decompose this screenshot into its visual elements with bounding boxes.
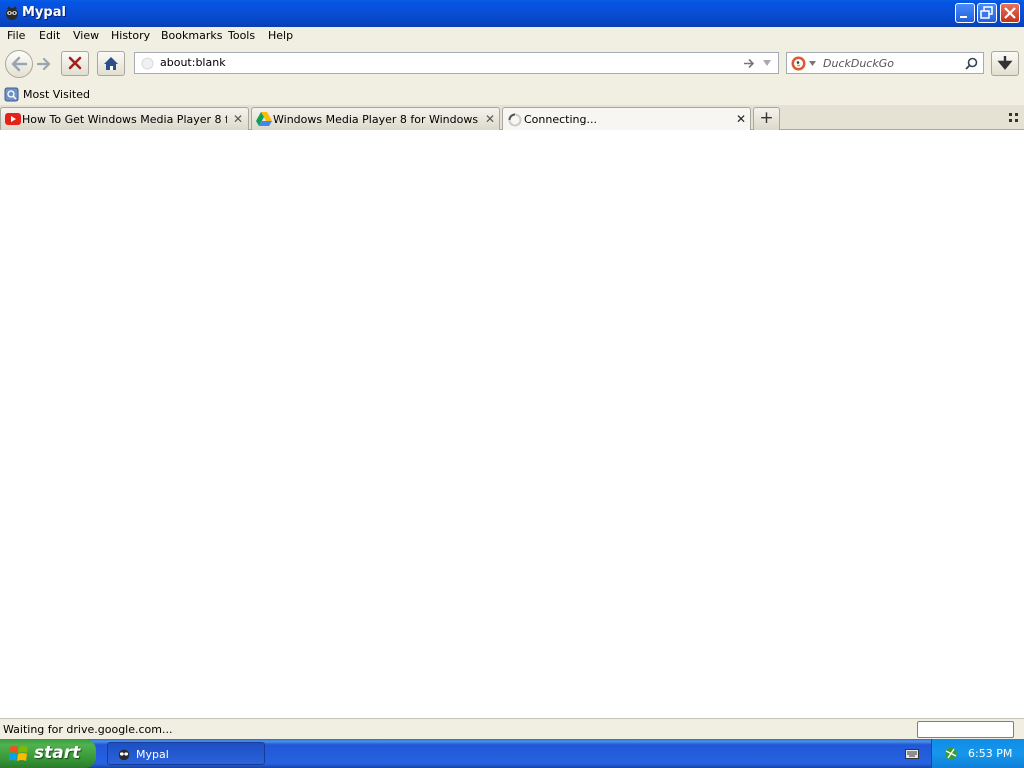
- url-text[interactable]: about:blank: [160, 56, 226, 69]
- menu-tools[interactable]: Tools: [228, 29, 255, 42]
- bookmarks-toolbar: Most Visited: [0, 84, 1024, 105]
- tab-youtube[interactable]: How To Get Windows Media Player 8 for ..…: [0, 107, 249, 130]
- dropdown-arrow-icon[interactable]: [762, 59, 772, 67]
- taskbar-item-label: Mypal: [136, 748, 169, 761]
- mypal-logo-icon: [118, 749, 130, 761]
- windows-logo-icon: [9, 746, 28, 761]
- youtube-icon: [5, 113, 21, 125]
- stop-x-icon: [68, 56, 82, 70]
- clock[interactable]: 6:53 PM: [968, 747, 1012, 760]
- page-content[interactable]: [0, 130, 1024, 718]
- progress-box: [917, 721, 1014, 738]
- taskbar: start Mypal 6:53 PM: [0, 739, 1024, 768]
- status-text: Waiting for drive.google.com...: [3, 723, 173, 736]
- loading-icon: [508, 113, 522, 127]
- download-arrow-icon: [997, 56, 1013, 70]
- minimize-icon: [960, 16, 967, 18]
- tab-label: Connecting...: [524, 113, 597, 126]
- engine-dropdown-icon[interactable]: [809, 61, 816, 66]
- tab-google-drive[interactable]: Windows Media Player 8 for Windows 7 a..…: [251, 107, 500, 130]
- menu-edit[interactable]: Edit: [39, 29, 60, 42]
- downloads-button[interactable]: [991, 51, 1019, 76]
- taskbar-item-mypal[interactable]: Mypal: [107, 742, 265, 765]
- search-placeholder[interactable]: DuckDuckGo: [823, 57, 894, 70]
- network-icon[interactable]: [943, 746, 959, 761]
- tab-label: How To Get Windows Media Player 8 for ..…: [22, 113, 227, 126]
- page-icon: [141, 57, 154, 70]
- close-icon: [1004, 7, 1016, 19]
- restore-icon: [980, 6, 993, 19]
- menu-bookmarks[interactable]: Bookmarks: [161, 29, 222, 42]
- new-tab-button[interactable]: +: [753, 107, 780, 130]
- tab-close-icon[interactable]: ✕: [233, 112, 243, 126]
- status-bar: Waiting for drive.google.com...: [0, 718, 1024, 739]
- home-button[interactable]: [97, 51, 125, 76]
- menu-view[interactable]: View: [73, 29, 99, 42]
- url-bar[interactable]: about:blank: [134, 52, 779, 74]
- close-window-button[interactable]: [1000, 3, 1020, 23]
- start-button[interactable]: start: [0, 739, 96, 768]
- restore-button[interactable]: [977, 3, 997, 23]
- system-tray: 6:53 PM: [931, 739, 1024, 768]
- title-bar[interactable]: Mypal: [0, 0, 1024, 27]
- back-arrow-icon: [11, 56, 28, 72]
- search-bar[interactable]: DuckDuckGo: [786, 52, 984, 74]
- mypal-logo-icon: [6, 6, 18, 20]
- go-arrow-icon[interactable]: [742, 57, 756, 70]
- tab-connecting[interactable]: Connecting... ✕: [502, 107, 751, 131]
- menu-history[interactable]: History: [111, 29, 150, 42]
- search-icon[interactable]: [965, 57, 978, 70]
- tab-close-icon[interactable]: ✕: [485, 112, 495, 126]
- keyboard-icon[interactable]: [905, 747, 919, 760]
- stop-button[interactable]: [61, 51, 89, 76]
- menu-help[interactable]: Help: [268, 29, 293, 42]
- tab-label: Windows Media Player 8 for Windows 7 a..…: [273, 113, 479, 126]
- list-all-tabs-icon[interactable]: [1009, 113, 1019, 123]
- forward-arrow-icon[interactable]: [36, 56, 52, 72]
- tab-strip: How To Get Windows Media Player 8 for ..…: [0, 105, 1024, 131]
- tab-close-icon[interactable]: ✕: [736, 112, 746, 126]
- duckduckgo-icon[interactable]: [791, 56, 806, 71]
- home-icon: [104, 57, 118, 70]
- window-title: Mypal: [22, 5, 66, 20]
- menu-bar: File Edit View History Bookmarks Tools H…: [0, 27, 1024, 46]
- start-label: start: [34, 743, 81, 763]
- google-drive-icon: [256, 112, 272, 126]
- most-visited-link[interactable]: Most Visited: [23, 88, 90, 101]
- minimize-button[interactable]: [955, 3, 975, 23]
- back-button[interactable]: [5, 50, 33, 78]
- navigation-toolbar: about:blank DuckDuckGo: [0, 46, 1024, 84]
- most-visited-icon: [4, 87, 19, 102]
- menu-file[interactable]: File: [7, 29, 25, 42]
- plus-icon: +: [759, 108, 774, 128]
